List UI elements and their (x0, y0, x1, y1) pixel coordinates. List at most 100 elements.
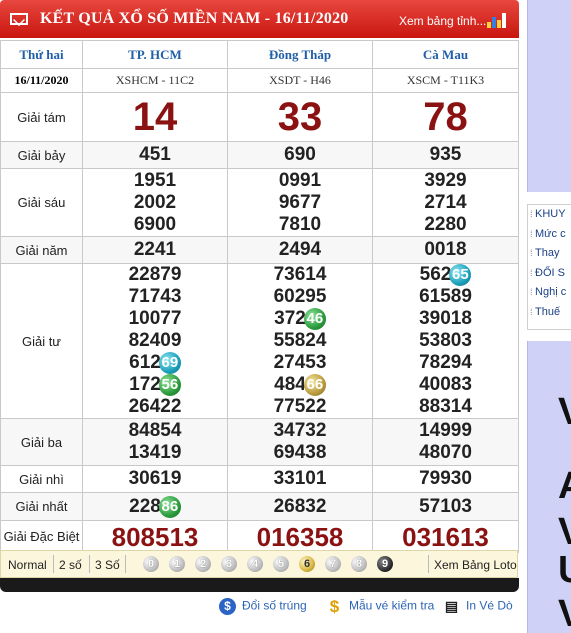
prize-digits: 53803 (419, 330, 472, 351)
prize-digits: 172 (129, 374, 161, 395)
prize-number: 27453 (228, 352, 372, 374)
sidebar-news-item[interactable]: KHUY (528, 205, 571, 225)
view-province-link[interactable]: Xem bảng tỉnh... (399, 14, 486, 28)
prize-digits: 484 (274, 374, 306, 395)
prize-g3-cell: 34732 69438 (227, 418, 373, 466)
banner-letter: A (558, 465, 571, 507)
sidebar-news-item[interactable]: Mức c (528, 225, 571, 245)
prize-number: 40083 (373, 374, 518, 396)
bar-chart-icon[interactable] (487, 12, 507, 28)
prize-g6-value: 2714 (424, 191, 467, 213)
prize-g3-value: 48070 (419, 442, 472, 463)
prize-g3-value: 14999 (419, 420, 472, 441)
prize-number: 22879 (83, 264, 227, 286)
prize-g2-value: 30619 (82, 465, 228, 493)
prize-number: 39018 (373, 308, 518, 330)
sidebar-news-item[interactable]: Thay (528, 244, 571, 264)
prize-number: 61269 (83, 352, 227, 374)
digit-ball-8[interactable]: 8 (351, 556, 367, 572)
prize-digits: 22879 (128, 264, 182, 285)
prize-digits: 88314 (419, 396, 472, 417)
doi-so-link[interactable]: $ Đổi số trúng (219, 598, 307, 615)
banner-letter: V (558, 511, 571, 553)
divider (89, 555, 90, 573)
prize-number: 71743 (83, 286, 227, 308)
divider (428, 555, 429, 573)
results-panel: KẾT QUẢ XỔ SỐ MIỀN NAM - 16/11/2020 Xem … (0, 0, 519, 596)
banner-letter: U (558, 549, 571, 591)
sidebar-news-list: KHUY Mức c Thay ĐỔI S Nghị c Thuế (527, 204, 571, 330)
prize-digits: 26422 (128, 396, 182, 417)
prize-number: 26832 (228, 496, 372, 518)
digit-ball-2[interactable]: 2 (195, 556, 211, 572)
digit-ball-1[interactable]: 1 (169, 556, 185, 572)
sidebar-ad-banner[interactable]: V A V U V (527, 341, 571, 633)
prize-special-value: 016358 (227, 520, 373, 553)
digit-ball-9[interactable]: 9 (377, 556, 393, 572)
ticket-code-hcm: XSHCM - 11C2 (82, 68, 228, 93)
prize-g1-cell: 22886 (82, 492, 228, 521)
prize-digits: 26832 (273, 495, 327, 517)
digit-ball-5[interactable]: 5 (273, 556, 289, 572)
banner-letter: V (558, 391, 571, 433)
divider (125, 555, 126, 573)
prize-digits: 78294 (419, 352, 472, 373)
mode-3-so[interactable]: 3 Số (95, 558, 120, 572)
prize-label-g8: Giải tám (0, 92, 83, 142)
province-ca-mau[interactable]: Cà Mau (372, 40, 519, 69)
mode-normal[interactable]: Normal (8, 558, 47, 572)
prize-label-g1: Giải nhất (0, 492, 83, 521)
prize-digits: 61589 (419, 286, 472, 307)
prize-digits: 40083 (419, 374, 472, 395)
prize-label-g7: Giải bảy (0, 141, 83, 169)
digit-ball-0[interactable]: 0 (143, 556, 159, 572)
province-hcm[interactable]: TP. HCM (82, 40, 228, 69)
results-table: Thứ hai TP. HCM Đồng Tháp Cà Mau 16/11/2… (0, 40, 519, 553)
prize-g1-cell: 57103 (372, 492, 519, 521)
prize-g8-value: 14 (82, 92, 228, 142)
prize-number: 77522 (228, 396, 372, 418)
banner-letter: V (558, 593, 571, 633)
highlight-ball: 86 (158, 495, 181, 518)
prize-number: 22886 (83, 495, 227, 518)
prize-number: 48466 (228, 374, 372, 396)
prize-digits: 228 (129, 495, 161, 517)
sidebar-news-item[interactable]: Thuế (528, 303, 571, 323)
mode-2-so[interactable]: 2 số (59, 558, 82, 572)
divider (53, 555, 54, 573)
prize-label-g3: Giải ba (0, 418, 83, 466)
prize-g3-value: 84854 (128, 420, 182, 441)
prize-g6-cell: 0991 9677 7810 (227, 168, 373, 237)
prize-digits: 77522 (273, 396, 327, 417)
prize-digits: 73614 (273, 264, 327, 285)
prize-number: 78294 (373, 352, 518, 374)
sidebar-news-item[interactable]: ĐỔI S (528, 264, 571, 284)
mau-ve-link[interactable]: $ Mẫu vé kiểm tra (326, 598, 435, 615)
digit-ball-6[interactable]: 6 (299, 556, 315, 572)
prize-number: 88314 (373, 396, 518, 418)
ticket-code-ca-mau: XSCM - T11K3 (372, 68, 519, 93)
draw-date: 16/11/2020 (0, 68, 83, 93)
prize-number: 57103 (373, 496, 518, 518)
digit-ball-4[interactable]: 4 (247, 556, 263, 572)
prize-label-g6: Giải sáu (0, 168, 83, 237)
prize-number: 55824 (228, 330, 372, 352)
dollar-coin-icon: $ (219, 598, 236, 615)
display-mode-bar: Normal 2 số 3 Số 0123456789 Xem Bảng Lot… (0, 550, 518, 578)
panel-bottom-bar (0, 578, 519, 592)
prize-number: 37246 (228, 308, 372, 330)
prize-label-g4: Giải tư (0, 263, 83, 419)
prize-g6-cell: 3929 2714 2280 (372, 168, 519, 237)
loto-table-link[interactable]: Xem Bảng Loto (434, 558, 517, 572)
in-ve-link[interactable]: ▤ In Vé Dò (443, 598, 513, 615)
digit-ball-7[interactable]: 7 (325, 556, 341, 572)
prize-g7-value: 451 (82, 141, 228, 169)
prize-g8-value: 78 (372, 92, 519, 142)
prize-label-g5: Giải năm (0, 236, 83, 264)
sidebar-news-item[interactable]: Nghị c (528, 283, 571, 303)
doi-so-label: Đổi số trúng (242, 598, 307, 613)
prize-special-value: 808513 (82, 520, 228, 553)
province-dong-thap[interactable]: Đồng Tháp (227, 40, 373, 69)
digit-ball-3[interactable]: 3 (221, 556, 237, 572)
results-title: KẾT QUẢ XỔ SỐ MIỀN NAM - 16/11/2020 (40, 10, 349, 27)
